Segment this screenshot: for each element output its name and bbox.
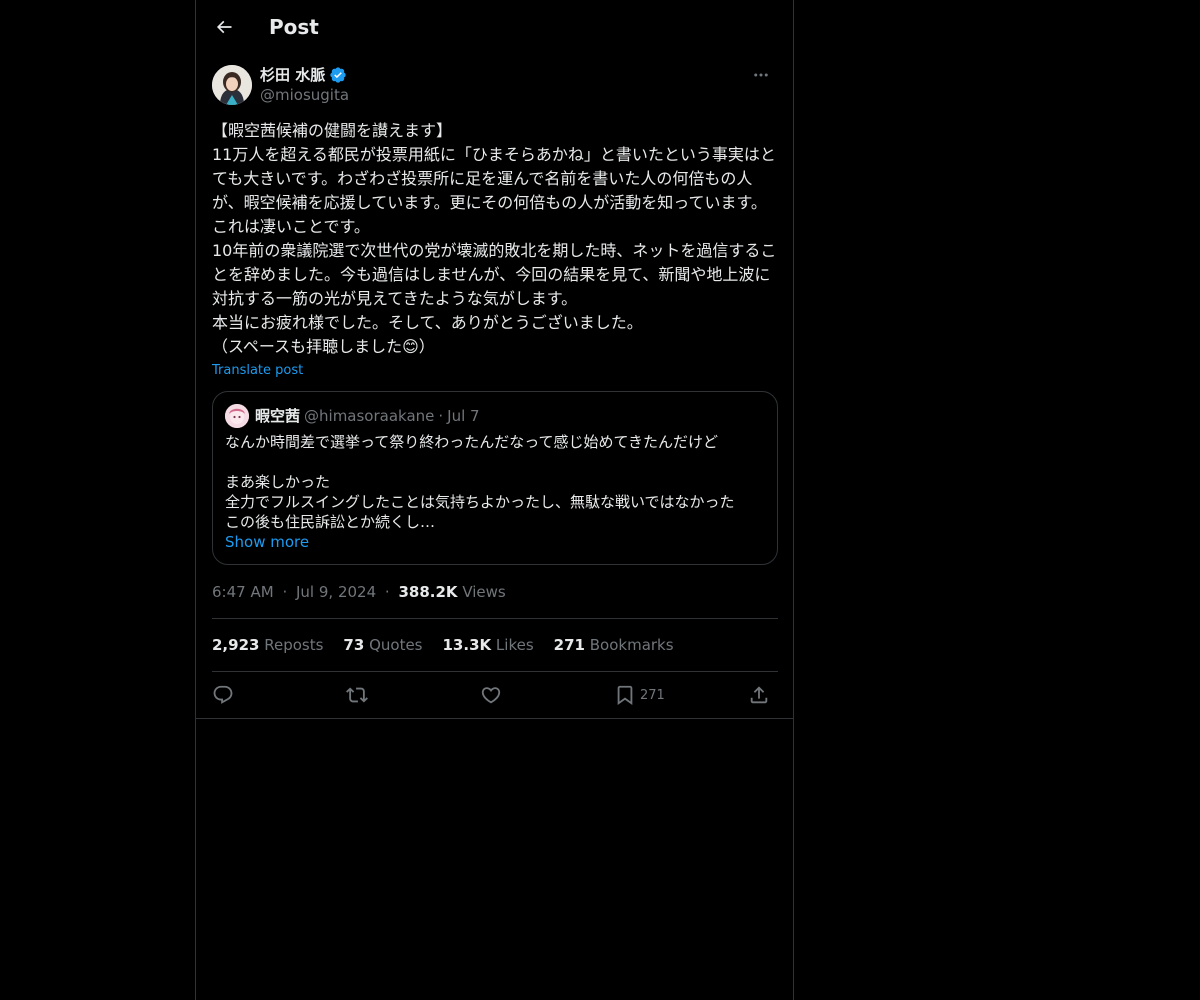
bookmark-count: 271: [640, 687, 665, 703]
post-text: 【暇空茜候補の健闘を讃えます】 11万人を超える都民が投票用紙に「ひまそらあかね…: [212, 121, 777, 356]
reposts-stat[interactable]: 2,923 Reposts: [212, 635, 323, 655]
repost-icon: [346, 687, 368, 703]
separator-dot: ·: [282, 583, 288, 601]
separator-dot: ·: [438, 407, 444, 425]
repost-button[interactable]: [346, 680, 368, 710]
reply-icon: [213, 685, 233, 704]
verified-badge-icon: [330, 67, 346, 83]
more-dots-icon: [754, 73, 768, 77]
back-button[interactable]: [208, 11, 240, 43]
post-meta: 6:47 AM · Jul 9, 2024 · 388.2K Views: [212, 582, 506, 602]
quoted-post-text: なんか時間差で選挙って祭り終わったんだなって感じ始めてきたんだけど まあ楽しかっ…: [225, 433, 735, 531]
like-button[interactable]: [480, 680, 502, 710]
quoted-post-date: Jul 7: [447, 407, 480, 425]
quoted-post-header: 暇空茜 @himasoraakane · Jul 7: [225, 404, 480, 428]
bookmarks-stat[interactable]: 271 Bookmarks: [554, 635, 674, 655]
reply-button[interactable]: [212, 680, 234, 710]
author-handle[interactable]: @miosugita: [260, 85, 349, 105]
post-author: 杉田 水脈 @miosugita: [212, 64, 778, 108]
header: Post: [196, 0, 793, 53]
avatar[interactable]: [212, 65, 252, 105]
arrow-left-icon: [216, 20, 232, 34]
quoted-avatar-image: [225, 404, 249, 428]
post-column: Post 杉田 水脈 @miosugita 【暇空茜候補の健闘を讃えます】 11…: [195, 0, 794, 1000]
separator-dot: ·: [384, 583, 390, 601]
views-label: Views: [462, 583, 506, 601]
translate-post-link[interactable]: Translate post: [212, 362, 303, 380]
show-more-link[interactable]: Show more: [225, 532, 309, 552]
more-options-button[interactable]: [744, 64, 778, 86]
avatar-image: [212, 65, 252, 105]
post-stats: 2,923 Reposts 73 Quotes 13.3K Likes 271 …: [212, 635, 674, 655]
heart-icon: [481, 687, 501, 704]
action-bar: 271: [212, 680, 778, 710]
bookmark-button[interactable]: 271: [614, 680, 665, 710]
author-name[interactable]: 杉田 水脈: [260, 65, 347, 85]
share-icon: [750, 686, 768, 704]
quoted-post[interactable]: 暇空茜 @himasoraakane · Jul 7 なんか時間差で選挙って祭り…: [212, 391, 778, 565]
post-time[interactable]: 6:47 AM: [212, 583, 274, 601]
page-title: Post: [269, 15, 319, 39]
quoted-author-handle: @himasoraakane: [304, 407, 435, 425]
divider: [196, 718, 793, 719]
divider: [212, 671, 778, 672]
bookmark-icon: [617, 685, 633, 706]
quoted-avatar: [225, 404, 249, 428]
quoted-author-name: 暇空茜: [255, 407, 301, 425]
share-button[interactable]: [748, 680, 770, 710]
divider: [212, 618, 778, 619]
quotes-stat[interactable]: 73 Quotes: [343, 635, 422, 655]
views-count: 388.2K: [398, 583, 458, 601]
post-date[interactable]: Jul 9, 2024: [296, 583, 376, 601]
likes-stat[interactable]: 13.3K Likes: [443, 635, 534, 655]
